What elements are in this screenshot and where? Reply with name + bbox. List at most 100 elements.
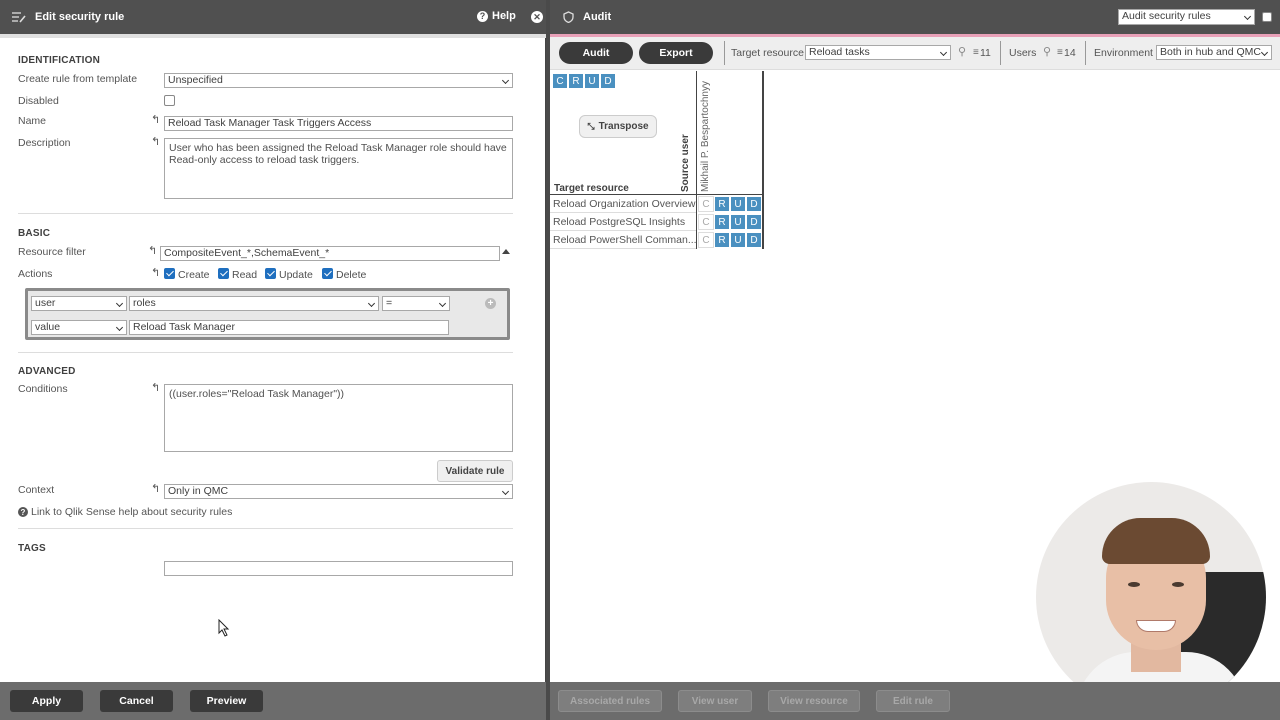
environment-select[interactable]: Both in hub and QMC	[1156, 45, 1272, 60]
crud-header-u[interactable]: U	[584, 73, 600, 89]
close-icon[interactable]: ✕	[531, 11, 543, 23]
target-count-icon: ≡	[973, 47, 979, 58]
crud-header-d[interactable]: D	[600, 73, 616, 89]
attribute-select[interactable]: roles	[129, 296, 379, 311]
context-select[interactable]: Only in QMC	[164, 484, 513, 499]
crud-cell[interactable]: D	[746, 214, 762, 230]
crud-cell[interactable]: D	[746, 232, 762, 248]
context-value: Only in QMC	[168, 485, 229, 497]
crud-cell[interactable]: R	[714, 196, 730, 212]
view-user-button[interactable]: View user	[678, 690, 752, 712]
audit-button[interactable]: Audit	[559, 42, 633, 64]
environment-label: Environment	[1094, 47, 1153, 59]
update-checkbox[interactable]	[265, 268, 276, 279]
description-label: Description	[18, 137, 71, 149]
export-button[interactable]: Export	[639, 42, 713, 64]
undo-icon[interactable]: ↰	[151, 135, 160, 148]
condition-value-field[interactable]: Reload Task Manager	[129, 320, 449, 335]
undo-icon[interactable]: ↰	[151, 482, 160, 495]
users-count: 14	[1064, 47, 1076, 59]
resource-filter-label: Resource filter	[18, 246, 86, 258]
edit-rule-header: Edit security rule ? Help ✕	[0, 0, 546, 34]
attribute-value: roles	[133, 297, 156, 309]
target-count: 11	[980, 47, 991, 59]
eye-shape	[1172, 582, 1184, 587]
advanced-heading: ADVANCED	[18, 366, 76, 377]
grid-line	[762, 71, 764, 249]
crud-cell[interactable]: C	[698, 196, 714, 212]
collapse-caret-icon[interactable]	[502, 249, 510, 254]
help-label: Help	[492, 10, 516, 22]
search-icon[interactable]: ⚲	[1043, 45, 1051, 58]
condition-value: Reload Task Manager	[133, 321, 235, 333]
grid-line	[696, 71, 697, 249]
subject-select[interactable]: user	[31, 296, 127, 311]
right-footer: Associated rules View user View resource…	[550, 682, 1280, 720]
description-field[interactable]: User who has been assigned the Reload Ta…	[164, 138, 513, 199]
crud-cell[interactable]: U	[730, 214, 746, 230]
target-resource-select[interactable]: Reload tasks	[805, 45, 951, 60]
undo-icon[interactable]: ↰	[151, 266, 160, 279]
webcam-overlay	[1036, 482, 1266, 712]
help-link[interactable]: ? Link to Qlik Sense help about security…	[18, 506, 232, 518]
table-row[interactable]: Reload PowerShell Comman...	[550, 231, 696, 249]
crud-cell[interactable]: R	[714, 232, 730, 248]
help-icon: ?	[18, 507, 28, 517]
transpose-button[interactable]: ⤡ Transpose	[579, 115, 657, 138]
template-select[interactable]: Unspecified	[164, 73, 513, 88]
crud-cell[interactable]: R	[714, 214, 730, 230]
conditions-field[interactable]: ((user.roles="Reload Task Manager"))	[164, 384, 513, 452]
description-value: User who has been assigned the Reload Ta…	[169, 142, 507, 166]
operator-select[interactable]: =	[382, 296, 450, 311]
name-field[interactable]: Reload Task Manager Task Triggers Access	[164, 116, 513, 131]
crud-cell[interactable]: U	[730, 232, 746, 248]
cancel-button[interactable]: Cancel	[100, 690, 173, 712]
resource-filter-value: CompositeEvent_*,SchemaEvent_*	[164, 247, 330, 259]
divider	[18, 213, 513, 214]
read-checkbox[interactable]	[218, 268, 229, 279]
left-footer: Apply Cancel Preview	[0, 682, 546, 720]
crud-cell[interactable]: C	[698, 232, 714, 248]
apply-button[interactable]: Apply	[10, 690, 83, 712]
toolbar-separator	[1000, 41, 1001, 65]
search-icon[interactable]: ⚲	[958, 45, 966, 58]
crud-cell[interactable]: D	[746, 196, 762, 212]
undo-icon[interactable]: ↰	[151, 381, 160, 394]
add-condition-icon[interactable]: +	[485, 298, 496, 309]
edit-security-rule-panel: Edit security rule ? Help ✕ IDENTIFICATI…	[0, 0, 546, 720]
crud-cell[interactable]: U	[730, 196, 746, 212]
preview-button[interactable]: Preview	[190, 690, 263, 712]
undo-icon[interactable]: ↰	[148, 244, 157, 257]
view-resource-button[interactable]: View resource	[768, 690, 860, 712]
audit-panel: Audit Audit security rules Audit Export …	[550, 0, 1280, 720]
crud-cell[interactable]: C	[698, 214, 714, 230]
resource-filter-field[interactable]: CompositeEvent_*,SchemaEvent_*	[160, 246, 500, 261]
edit-rule-button[interactable]: Edit rule	[876, 690, 950, 712]
audit-checkbox[interactable]	[1262, 12, 1272, 22]
value-type-select[interactable]: value	[31, 320, 127, 335]
validate-rule-button[interactable]: Validate rule	[437, 460, 513, 482]
create-checkbox[interactable]	[164, 268, 175, 279]
crud-header-c[interactable]: C	[552, 73, 568, 89]
conditions-label: Conditions	[18, 383, 68, 395]
condition-builder: user roles = + value Reload Task Manager	[25, 288, 510, 340]
toolbar-separator	[724, 41, 725, 65]
audit-view-select[interactable]: Audit security rules	[1118, 9, 1255, 25]
crud-header-r[interactable]: R	[568, 73, 584, 89]
panel-title: Edit security rule	[35, 11, 125, 23]
table-row[interactable]: Reload PostgreSQL Insights	[550, 213, 696, 231]
value-type-value: value	[35, 321, 61, 333]
transpose-label: Transpose	[598, 121, 649, 132]
header-shadow	[0, 34, 546, 38]
environment-value: Both in hub and QMC	[1160, 46, 1261, 58]
user-column-header[interactable]: Mikhail P. Bespartochnyy	[700, 81, 711, 192]
name-label: Name	[18, 115, 47, 127]
tags-field[interactable]	[164, 561, 513, 576]
undo-icon[interactable]: ↰	[151, 113, 160, 126]
delete-checkbox[interactable]	[322, 268, 333, 279]
help-button[interactable]: ? Help	[477, 10, 516, 22]
delete-label: Delete	[336, 269, 367, 281]
disabled-checkbox[interactable]	[164, 95, 175, 106]
associated-rules-button[interactable]: Associated rules	[558, 690, 662, 712]
table-row[interactable]: Reload Organization Overview	[550, 195, 696, 213]
